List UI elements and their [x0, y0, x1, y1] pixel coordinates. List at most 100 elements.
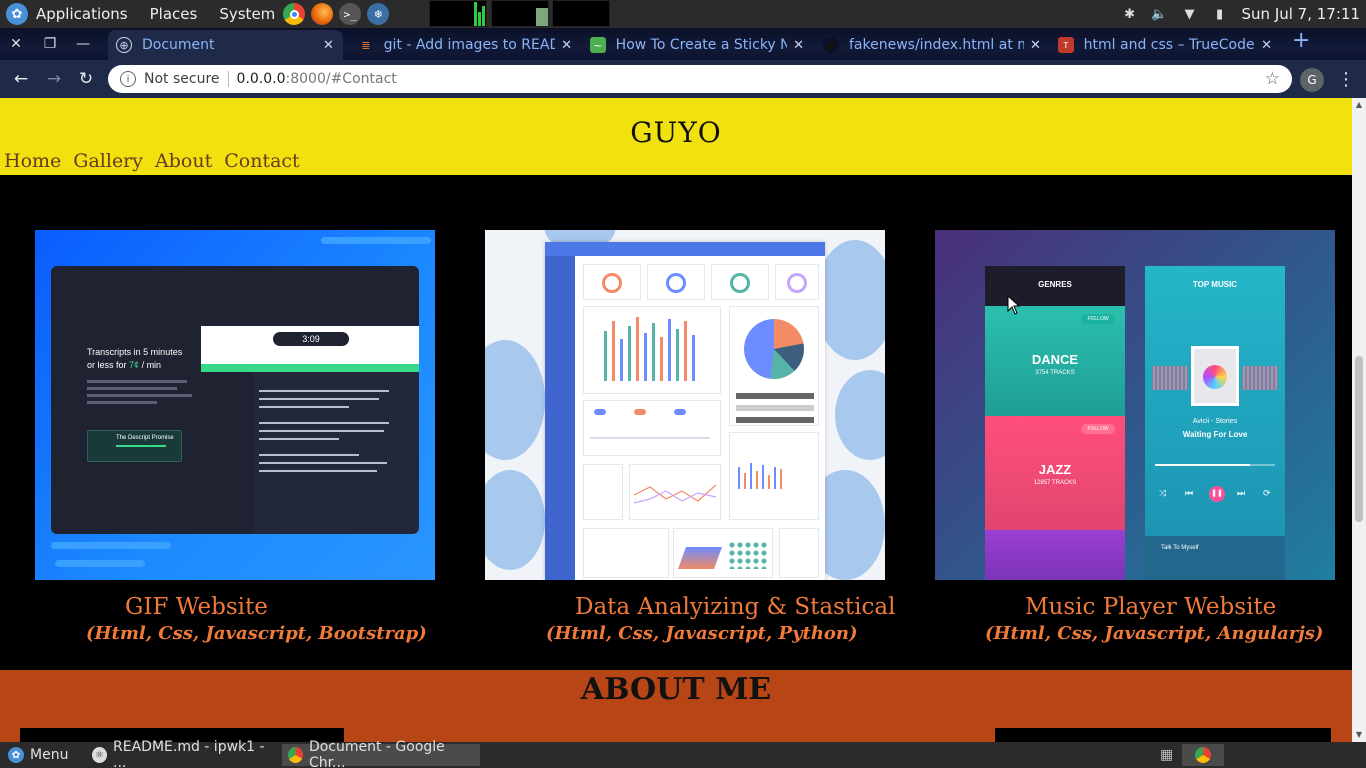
project-tech: (Html, Css, Javascript, Bootstrap) — [86, 623, 427, 644]
scroll-down-icon[interactable]: ▼ — [1355, 730, 1363, 739]
address-bar[interactable]: i Not secure 0.0.0.0:8000/#Contact ☆ — [108, 65, 1292, 93]
menu-button[interactable]: ✿ Menu — [2, 744, 74, 766]
cpu-graph — [429, 0, 487, 27]
about-right-block — [995, 728, 1331, 742]
atom-app-icon: ⚛ — [92, 747, 108, 763]
tab-sticky[interactable]: ~ How To Create a Sticky N ✕ — [582, 30, 812, 60]
project-thumbnail[interactable] — [485, 230, 885, 580]
project-title: Music Player Website — [1025, 594, 1277, 620]
project-title: Data Analyizing & Stastical — [575, 594, 896, 620]
project-tech: (Html, Css, Javascript, Angularjs) — [985, 623, 1324, 644]
security-label[interactable]: Not secure — [144, 71, 220, 87]
taskbar-item-label: Document - Google Chr... — [308, 739, 445, 768]
scroll-up-icon[interactable]: ▲ — [1355, 100, 1363, 109]
github-icon: ● — [823, 37, 839, 53]
tab-git[interactable]: ≣ git - Add images to READ ✕ — [350, 30, 580, 60]
places-menu[interactable]: Places — [150, 5, 198, 23]
menu-label: Menu — [30, 747, 69, 763]
scrollbar-thumb[interactable] — [1355, 356, 1363, 522]
next-icon: ⏭ — [1237, 488, 1246, 498]
about-heading: ABOUT ME — [580, 672, 772, 707]
distro-logo-icon: ✿ — [8, 747, 24, 763]
nav-contact-link[interactable]: Contact — [224, 150, 299, 172]
follow-badge: FOLLOW — [1081, 314, 1115, 324]
battery-icon[interactable]: ▮ — [1212, 6, 1228, 22]
clock[interactable]: Sun Jul 7, 17:11 — [1242, 5, 1360, 23]
info-icon[interactable]: i — [120, 71, 136, 87]
restore-window-icon[interactable]: ❐ — [34, 28, 66, 60]
wifi-icon[interactable]: ▼ — [1182, 6, 1198, 22]
url-path: :8000/#Contact — [285, 71, 397, 87]
tab-title: html and css – TrueCode — [1083, 37, 1255, 53]
volume-icon[interactable]: 🔈 — [1151, 6, 1167, 22]
chrome-launcher-icon[interactable] — [283, 3, 306, 25]
nav-gallery-link[interactable]: Gallery — [73, 150, 143, 172]
genre-dance-tracks: 3754 TRACKS — [1035, 370, 1075, 376]
url-text[interactable]: 0.0.0.0:8000/#Contact — [237, 71, 397, 87]
forward-arrow-icon[interactable]: → — [41, 66, 67, 92]
minimize-window-icon[interactable]: — — [67, 28, 99, 60]
genre-jazz: JAZZ — [1038, 462, 1072, 477]
project-tech: (Html, Css, Javascript, Python) — [546, 623, 858, 644]
browser-tab-strip: ✕ ❐ — ⊕ Document ✕ ≣ git - Add images to… — [0, 28, 1366, 60]
promo-headline: Transcripts in 5 minutes — [87, 347, 183, 357]
distro-logo-icon[interactable]: ✿ — [6, 3, 28, 25]
new-tab-icon[interactable]: + — [1292, 28, 1310, 53]
track-artist: Avicii - Stories — [1192, 418, 1238, 425]
project-thumbnail[interactable]: Transcripts in 5 minutes or less for 7¢ … — [35, 230, 435, 580]
tab-close-icon[interactable]: ✕ — [323, 38, 334, 53]
tab-title: git - Add images to READ — [383, 37, 556, 53]
tab-document[interactable]: ⊕ Document ✕ — [108, 30, 343, 60]
reload-icon[interactable]: ↻ — [73, 66, 99, 92]
tab-title: Document — [142, 37, 215, 53]
system-menu[interactable]: System — [219, 5, 275, 23]
repeat-icon: ⟳ — [1263, 488, 1271, 498]
previous-icon: ⏮ — [1185, 488, 1194, 498]
track-title: Waiting For Love — [1182, 430, 1248, 439]
promo-per: / min — [141, 360, 162, 370]
url-host: 0.0.0.0 — [236, 71, 286, 87]
tab-fakenews[interactable]: ● fakenews/index.html at m ✕ — [815, 30, 1050, 60]
pause-icon: ❚❚ — [1209, 486, 1225, 502]
bottom-taskbar: ✿ Menu ⚛ README.md - ipwk1 - ... Documen… — [0, 739, 1366, 768]
tab-close-icon[interactable]: ✕ — [1030, 38, 1041, 53]
applications-menu[interactable]: Applications — [36, 5, 128, 23]
shuffle-icon: ⤨ — [1159, 488, 1167, 498]
promise-title: The Descript Promise — [116, 435, 174, 441]
tray-chrome-icon[interactable] — [1182, 744, 1224, 766]
genres-header: GENRES — [1038, 280, 1072, 289]
genre-dance: DANCE — [1031, 352, 1079, 367]
app-launcher-icon[interactable]: ❄ — [367, 3, 390, 25]
nav-about-link[interactable]: About — [155, 150, 212, 172]
follow-badge: FOLLOW — [1081, 424, 1115, 434]
taskbar-item-chrome[interactable]: Document - Google Chr... — [282, 739, 480, 768]
close-window-icon[interactable]: ✕ — [0, 28, 32, 60]
nav-home-link[interactable]: Home — [4, 150, 61, 172]
site-nav: Home Gallery About Contact — [4, 150, 300, 172]
bluetooth-icon[interactable]: ✱ — [1122, 6, 1138, 22]
tab-close-icon[interactable]: ✕ — [561, 38, 572, 53]
taskbar-item-readme[interactable]: ⚛ README.md - ipwk1 - ... — [86, 739, 278, 768]
tab-truecode[interactable]: T html and css – TrueCode ✕ — [1050, 30, 1280, 60]
workspace-switcher-icon[interactable]: ▦ — [1154, 744, 1176, 766]
chrome-menu-icon[interactable]: ⋮ — [1336, 66, 1356, 92]
firefox-launcher-icon[interactable] — [311, 3, 334, 25]
stackoverflow-icon: ≣ — [361, 38, 371, 52]
terminal-launcher-icon[interactable]: >_ — [339, 3, 362, 25]
truecode-icon: T — [1058, 37, 1074, 53]
project-thumbnail[interactable]: GENRES FOLLOW DANCE 3754 TRACKS FOLLOW J… — [935, 230, 1335, 580]
tab-title: How To Create a Sticky N — [615, 37, 788, 53]
top-music-header: TOP MUSIC — [1192, 280, 1238, 289]
chrome-app-icon — [288, 747, 303, 763]
tab-close-icon[interactable]: ✕ — [793, 38, 804, 53]
page-scrollbar[interactable]: ▲ ▼ — [1352, 98, 1366, 742]
promo-headline-b: or less for — [87, 360, 127, 370]
project-title: GIF Website — [125, 594, 268, 620]
tab-title: fakenews/index.html at m — [849, 37, 1024, 53]
profile-avatar[interactable]: G — [1300, 68, 1324, 92]
back-arrow-icon[interactable]: ← — [8, 66, 34, 92]
taskbar-item-label: README.md - ipwk1 - ... — [113, 739, 265, 768]
tab-close-icon[interactable]: ✕ — [1261, 38, 1272, 53]
promo-price: 7¢ — [129, 360, 140, 370]
bookmark-star-icon[interactable]: ☆ — [1265, 69, 1280, 89]
